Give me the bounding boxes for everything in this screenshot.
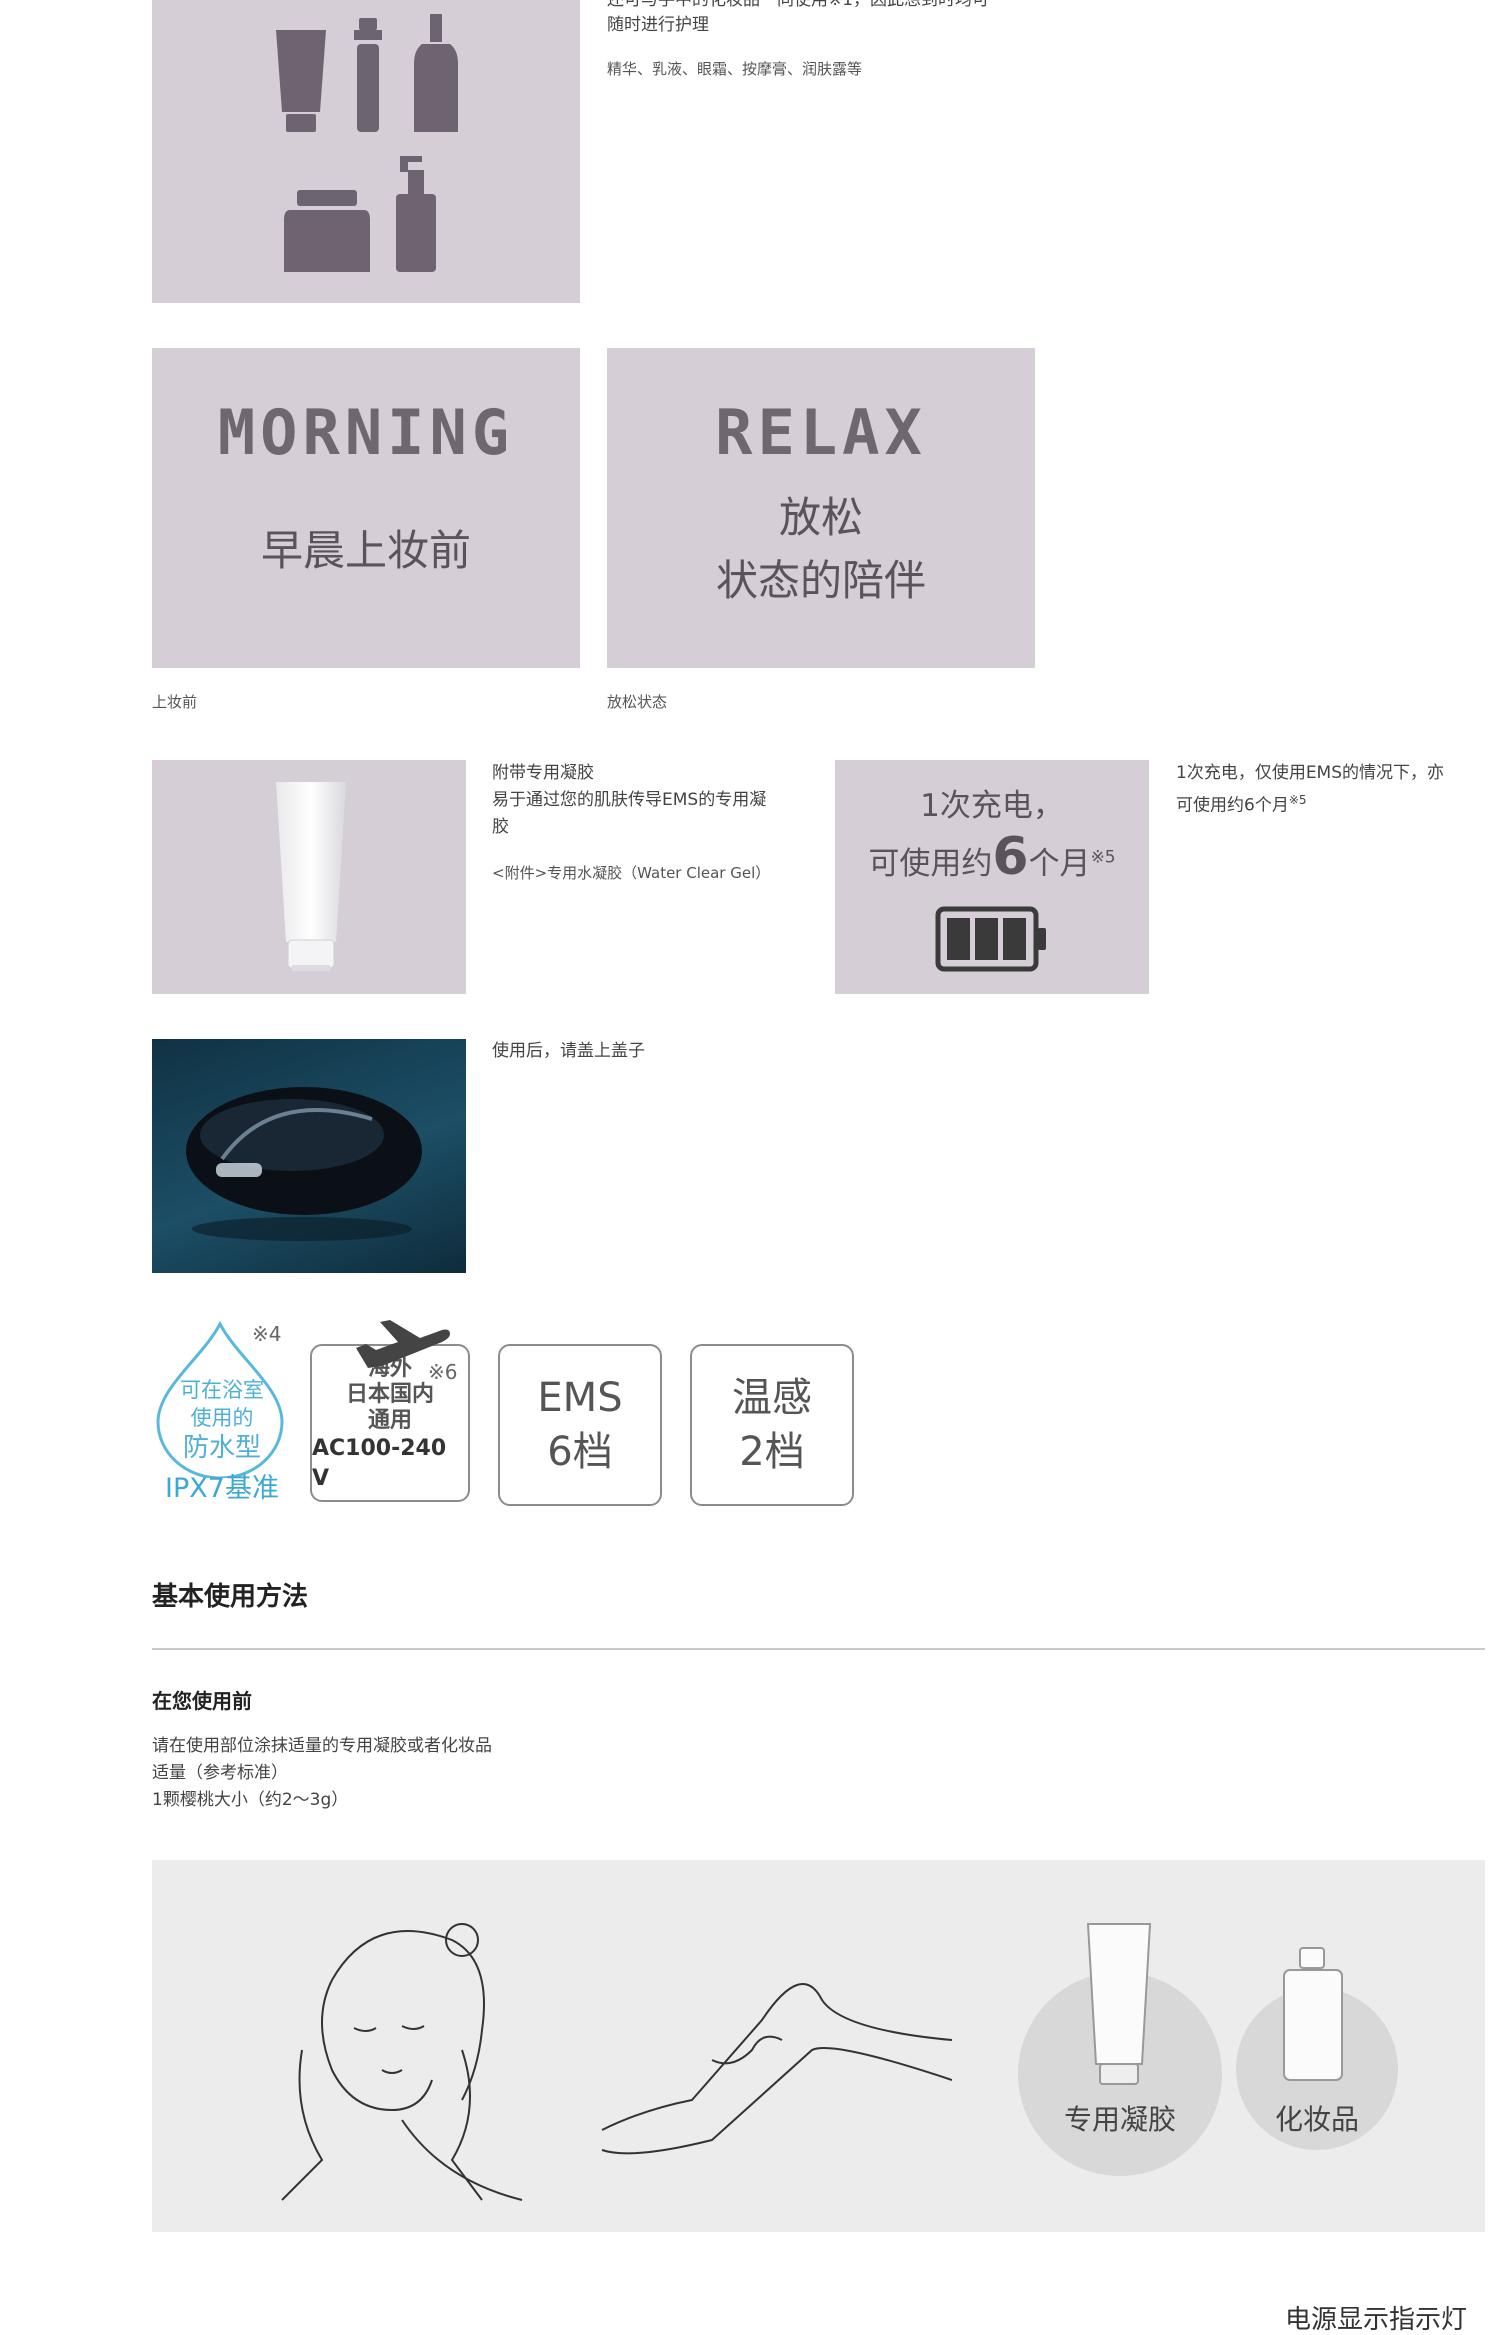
battery-desc-text: 可使用约6个月	[1176, 795, 1289, 816]
cosmetic-bottle-illustration	[1283, 1947, 1343, 2081]
warm-line-2: 2档	[739, 1429, 805, 1475]
voltage-note: ※6	[428, 1360, 458, 1384]
waterproof-line-3: 防水型	[182, 1433, 261, 1463]
ems-badge: EMS 6档	[498, 1344, 662, 1506]
ems-line-1: EMS	[537, 1375, 623, 1421]
usage-line-3: 1颗樱桃大小（约2～3g）	[152, 1790, 349, 1810]
intro-products: 精华、乳液、眼霜、按摩膏、润肤露等	[607, 60, 863, 78]
usage-illustration: 专用凝胶 化妆品	[152, 1860, 1485, 2232]
face-illustration	[281, 1923, 523, 2201]
device-image	[186, 1087, 422, 1241]
relax-word: RELAX	[715, 396, 927, 469]
battery-tile-note: ※5	[1090, 847, 1116, 868]
usage-line-2: 适量（参考标准）	[152, 1763, 288, 1783]
battery-desc-line-1: 1次充电，仅使用EMS的情况下，亦	[1176, 763, 1445, 783]
warm-line-1: 温感	[732, 1375, 812, 1421]
battery-tile-line-1: 1次充电，	[920, 788, 1064, 824]
battery-tile-line-2: 可使用约6个月※5	[835, 831, 1149, 889]
usage-subheading: 在您使用前	[152, 1689, 252, 1713]
morning-word: MORNING	[217, 396, 515, 469]
morning-caption: 上妆前	[152, 693, 198, 711]
battery-tile-prefix: 可使用约	[868, 846, 993, 882]
waterproof-badge: ※4 可在浴室 使用的 防水型 IPX7基准	[152, 1318, 292, 1508]
relax-title-line-1: 放松	[778, 493, 863, 542]
battery-tile: 1次充电， 可使用约6个月※5	[835, 760, 1149, 994]
relax-tile: RELAX 放松 状态的陪伴	[607, 348, 1035, 668]
gel-tile	[152, 760, 466, 994]
warm-badge: 温感 2档	[690, 1344, 854, 1506]
waterproof-line-1: 可在浴室	[180, 1378, 264, 1402]
morning-tile: MORNING 早晨上妆前	[152, 348, 580, 668]
intro-line-2: 随时进行护理	[607, 15, 709, 35]
relax-title-line-2: 状态的陪伴	[715, 556, 926, 605]
gel-desc-line-2: 胶	[492, 817, 509, 837]
gel-desc-line-1: 易于通过您的肌肤传导EMS的专用凝	[492, 790, 767, 810]
footer-partial-text: 电源显示指示灯	[1285, 2305, 1468, 2335]
leg-illustration	[601, 1983, 952, 2155]
battery-desc-note: ※5	[1288, 793, 1307, 807]
gel-tube-illustration	[1086, 1923, 1152, 2085]
usage-heading: 基本使用方法	[152, 1582, 309, 1612]
cover-desc: 使用后，请盖上盖子	[492, 1041, 645, 1061]
ems-line-2: 6档	[547, 1429, 613, 1475]
gel-note: <附件>专用水凝胶（Water Clear Gel）	[492, 864, 771, 882]
battery-desc-line-2: 可使用约6个月※5	[1176, 787, 1307, 820]
cosmetics-tile	[152, 0, 580, 303]
battery-tile-number: 6	[992, 827, 1029, 887]
waterproof-line-2: 使用的	[190, 1406, 254, 1430]
waterproof-line-4: IPX7基准	[165, 1473, 279, 1504]
cosmetic-label: 化妆品	[1274, 2103, 1359, 2136]
gel-label: 专用凝胶	[1063, 2103, 1176, 2136]
voltage-line-3: 通用	[367, 1408, 412, 1433]
voltage-line-2: 日本国内	[345, 1382, 434, 1407]
relax-caption: 放松状态	[607, 693, 668, 711]
cosmetics-icon	[276, 14, 458, 272]
waterproof-note: ※4	[252, 1322, 282, 1346]
battery-tile-suffix: 个月	[1028, 846, 1091, 882]
gel-tube-image	[276, 782, 346, 971]
battery-icon	[935, 906, 1046, 972]
morning-title: 早晨上妆前	[260, 526, 471, 575]
gel-title: 附带专用凝胶	[492, 763, 594, 783]
section-divider	[152, 1648, 1485, 1650]
usage-line-1: 请在使用部位涂抹适量的专用凝胶或者化妆品	[152, 1736, 492, 1756]
voltage-line-4: AC100-240 V	[312, 1436, 447, 1491]
device-cover-photo	[152, 1039, 466, 1273]
